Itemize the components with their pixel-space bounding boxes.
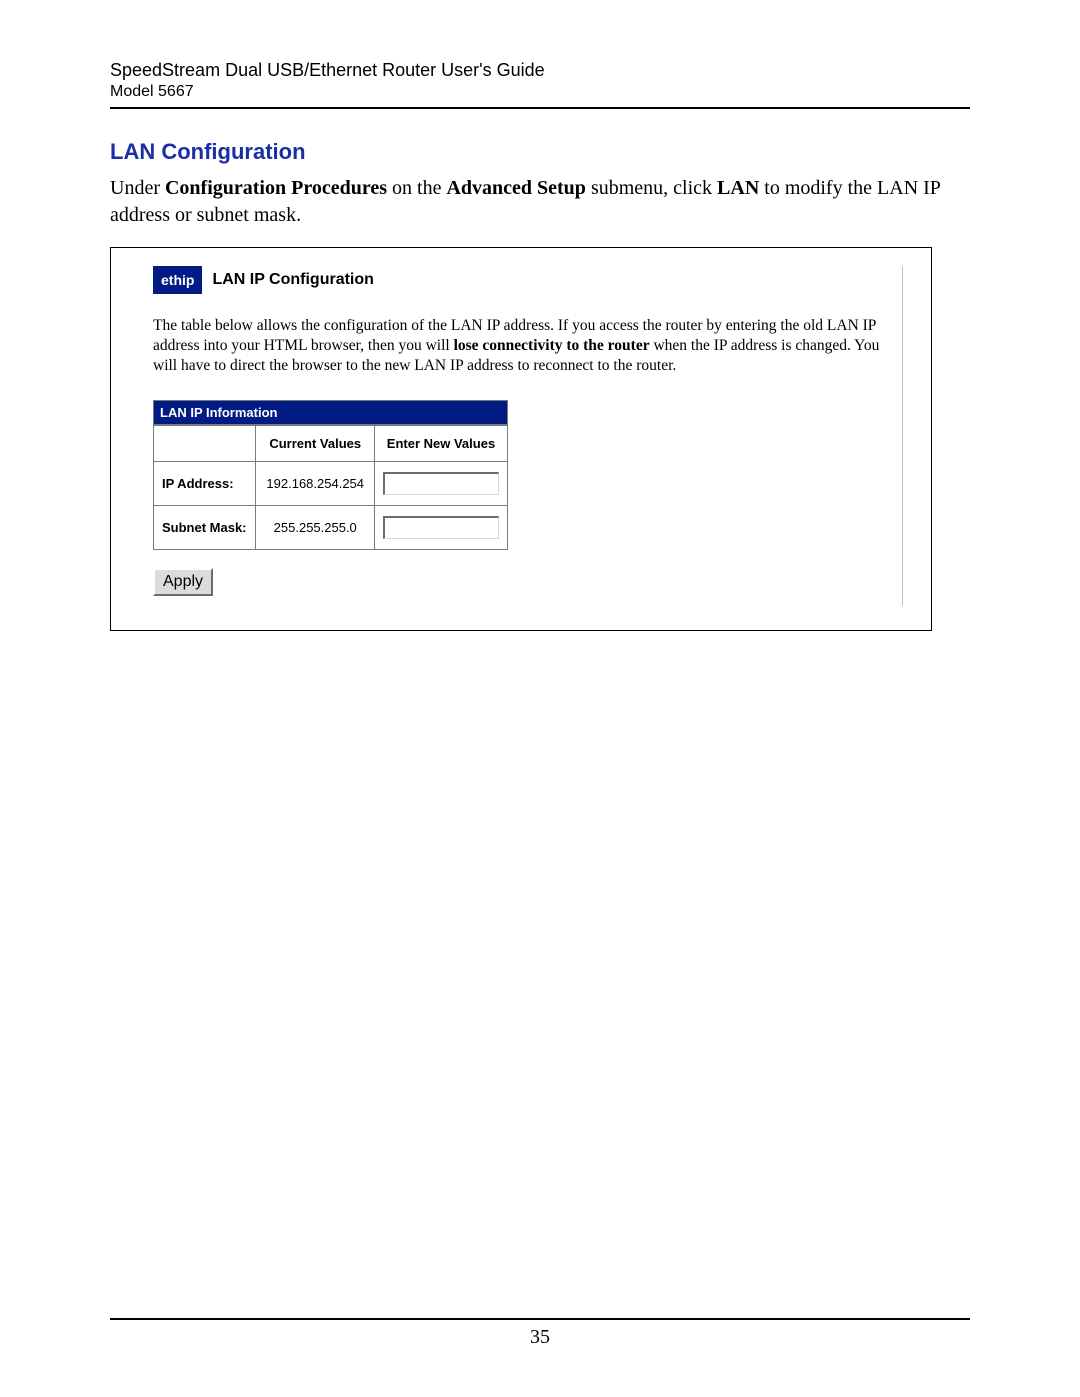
footer-rule xyxy=(110,1318,970,1320)
section-title: LAN Configuration xyxy=(110,139,970,165)
table-row: IP Address: 192.168.254.254 xyxy=(154,462,508,506)
row-input-cell-subnet xyxy=(375,506,508,550)
row-input-cell-ip xyxy=(375,462,508,506)
row-label-ip: IP Address: xyxy=(154,462,256,506)
ethip-badge: ethip xyxy=(153,266,202,294)
apply-button[interactable]: Apply xyxy=(153,568,213,596)
table-header-empty xyxy=(154,426,256,462)
figure-screenshot: ethip LAN IP Configuration The table bel… xyxy=(110,247,932,631)
header-rule xyxy=(110,107,970,109)
header-model: Model 5667 xyxy=(110,83,970,101)
intro-text: submenu, click xyxy=(586,177,717,199)
intro-bold-advanced-setup: Advanced Setup xyxy=(446,177,585,199)
intro-bold-config-procedures: Configuration Procedures xyxy=(165,177,387,199)
ip-address-input[interactable] xyxy=(383,472,499,495)
table-row: Subnet Mask: 255.255.255.0 xyxy=(154,506,508,550)
row-value-ip: 192.168.254.254 xyxy=(256,462,375,506)
lan-ip-table: LAN IP Information Current Values Enter … xyxy=(153,400,508,550)
table-caption: LAN IP Information xyxy=(153,400,508,425)
figure-title: LAN IP Configuration xyxy=(212,271,373,289)
table-header-new: Enter New Values xyxy=(375,426,508,462)
row-value-subnet: 255.255.255.0 xyxy=(256,506,375,550)
figure-desc-bold: lose connectivity to the router xyxy=(454,337,650,354)
table-header-current: Current Values xyxy=(256,426,375,462)
intro-text: Under xyxy=(110,177,165,199)
header-title: SpeedStream Dual USB/Ethernet Router Use… xyxy=(110,60,970,81)
figure-description: The table below allows the configuration… xyxy=(153,316,882,376)
row-label-subnet: Subnet Mask: xyxy=(154,506,256,550)
intro-text: on the xyxy=(387,177,446,199)
intro-bold-lan: LAN xyxy=(717,177,759,199)
subnet-mask-input[interactable] xyxy=(383,516,499,539)
page-number: 35 xyxy=(110,1326,970,1349)
intro-paragraph: Under Configuration Procedures on the Ad… xyxy=(110,175,970,229)
